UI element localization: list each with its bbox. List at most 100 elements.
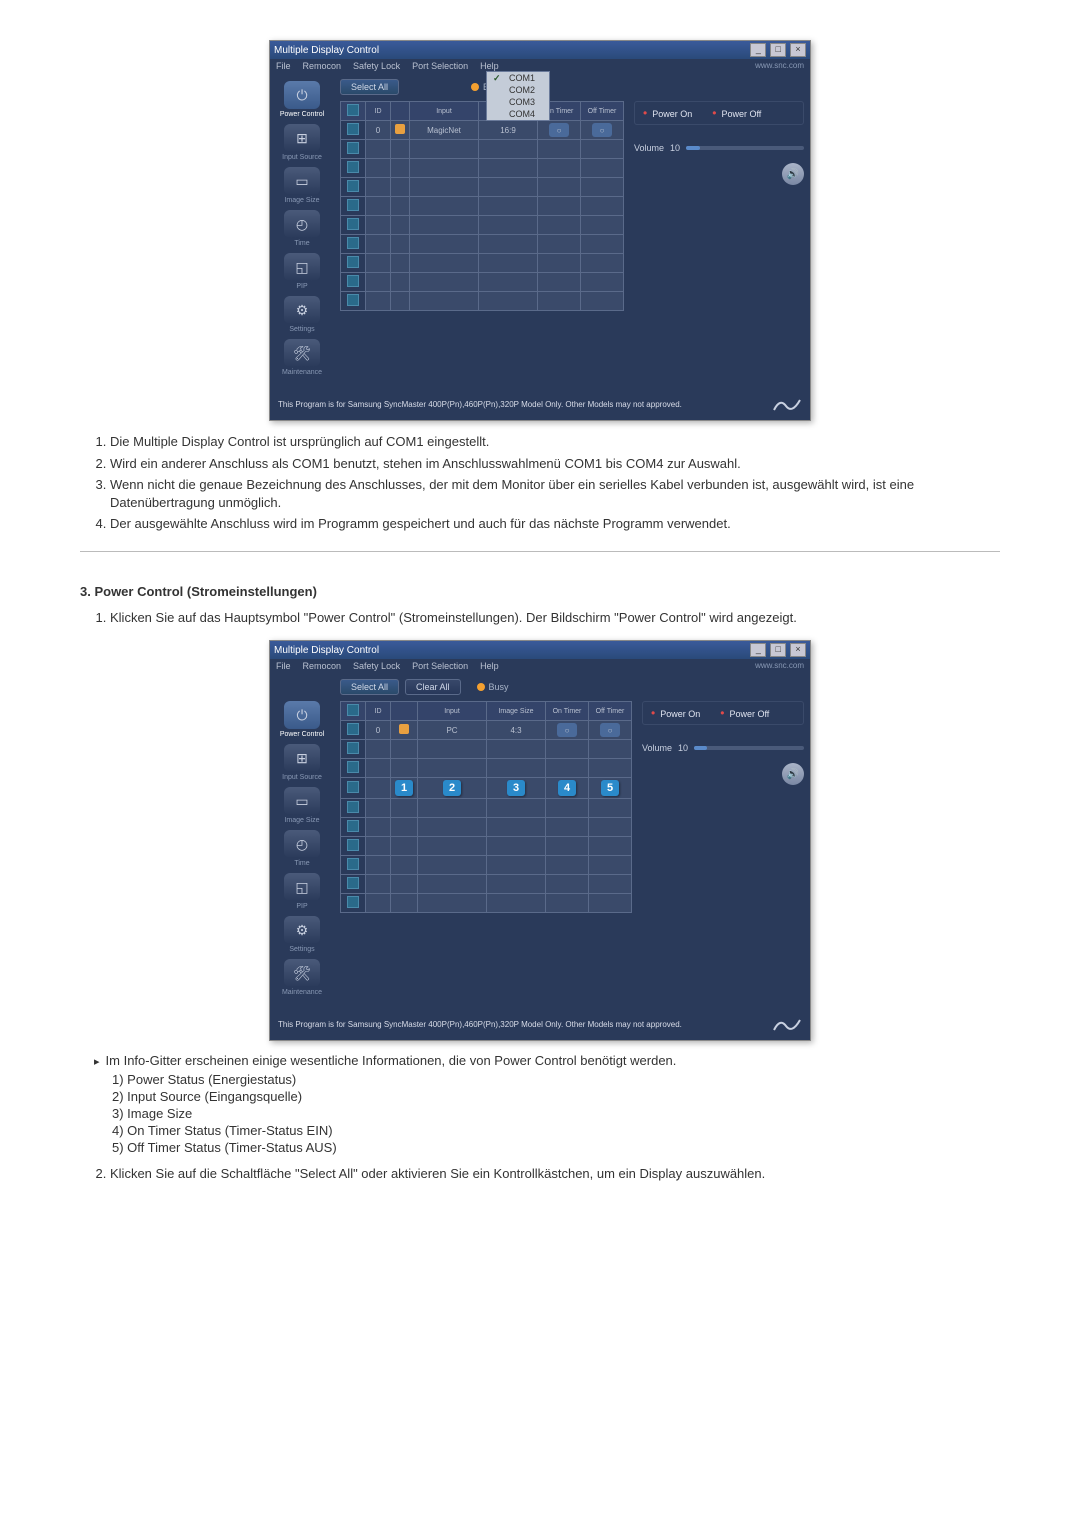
header-checkbox[interactable]	[347, 704, 359, 716]
maximize-button[interactable]: □	[770, 43, 786, 57]
power-off-button[interactable]: Power Off	[720, 706, 769, 720]
port-com4[interactable]: COM4	[487, 108, 549, 120]
volume-value: 10	[670, 143, 680, 153]
cell-id: 0	[366, 121, 391, 140]
col-image-size: Image Size	[487, 702, 546, 721]
col-off-timer: Off Timer	[581, 102, 624, 121]
sidebar-item-settings[interactable]: ⚙ Settings	[274, 296, 330, 333]
screenshot-port-selection: Multiple Display Control _ □ × File Remo…	[269, 40, 811, 421]
power-icon: ⏻	[284, 81, 320, 109]
sidebar-item-input-source[interactable]: ⊞ Input Source	[274, 744, 330, 781]
gear-icon: ⚙	[284, 916, 320, 944]
callout-5: 5	[601, 780, 619, 796]
sidebar-item-time[interactable]: ◴ Time	[274, 830, 330, 867]
sidebar-label: PIP	[274, 903, 330, 910]
col-status	[391, 102, 410, 121]
sidebar-item-time[interactable]: ◴ Time	[274, 210, 330, 247]
link-samsung[interactable]: www.snc.com	[755, 61, 804, 71]
window-buttons: _ □ ×	[749, 43, 806, 57]
menubar: File Remocon Safety Lock Port Selection …	[270, 59, 810, 73]
table-row	[341, 273, 624, 292]
disclaimer-bar: This Program is for Samsung SyncMaster 4…	[270, 1008, 810, 1040]
header-checkbox[interactable]	[347, 104, 359, 116]
table-row[interactable]: 0 MagicNet 16:9 ○ ○	[341, 121, 624, 140]
link-samsung[interactable]: www.snc.com	[755, 661, 804, 671]
busy-indicator: Busy	[477, 682, 509, 692]
cell-off-timer: ○	[600, 723, 620, 737]
power-instructions-list-2: Klicken Sie auf die Schaltfläche "Select…	[80, 1165, 1000, 1183]
minimize-button[interactable]: _	[750, 643, 766, 657]
menu-help[interactable]: Help	[480, 61, 499, 71]
sidebar-item-pip[interactable]: ◱ PIP	[274, 873, 330, 910]
power-on-button[interactable]: Power On	[651, 706, 700, 720]
legend-item: 2) Input Source (Eingangsquelle)	[112, 1089, 1000, 1104]
power-on-button[interactable]: Power On	[643, 106, 692, 120]
menu-safety-lock[interactable]: Safety Lock	[353, 661, 400, 671]
sidebar-item-power-control[interactable]: ⏻ Power Control	[274, 701, 330, 738]
busy-icon	[477, 683, 485, 691]
port-com2[interactable]: COM2	[487, 84, 549, 96]
sidebar-label: Power Control	[274, 731, 330, 738]
maximize-button[interactable]: □	[770, 643, 786, 657]
menu-file[interactable]: File	[276, 661, 291, 671]
volume-label: Volume	[642, 743, 672, 753]
minimize-button[interactable]: _	[750, 43, 766, 57]
select-all-button[interactable]: Select All	[340, 679, 399, 695]
callout-4: 4	[558, 780, 576, 796]
sidebar-item-image-size[interactable]: ▭ Image Size	[274, 787, 330, 824]
window-titlebar: Multiple Display Control _ □ ×	[270, 41, 810, 59]
speaker-icon[interactable]: 🔊	[782, 763, 804, 785]
window-title: Multiple Display Control	[274, 645, 379, 656]
cell-size: 4:3	[487, 721, 546, 740]
menu-safety-lock[interactable]: Safety Lock	[353, 61, 400, 71]
volume-slider[interactable]	[686, 146, 804, 150]
status-dot	[399, 724, 409, 734]
sidebar-label: Time	[274, 860, 330, 867]
sidebar-label: Maintenance	[274, 989, 330, 996]
table-row[interactable]: 0 PC 4:3 ○ ○	[341, 721, 632, 740]
clear-all-button[interactable]: Clear All	[405, 679, 461, 695]
busy-icon	[471, 83, 479, 91]
select-all-button[interactable]: Select All	[340, 79, 399, 95]
sidebar-label: Time	[274, 240, 330, 247]
info-grid-legend: 1) Power Status (Energiestatus) 2) Input…	[112, 1072, 1000, 1155]
sidebar-item-power-control[interactable]: ⏻ Power Control	[274, 81, 330, 118]
table-row	[341, 875, 632, 894]
list-item: Klicken Sie auf die Schaltfläche "Select…	[110, 1165, 1000, 1183]
gear-icon: ⚙	[284, 296, 320, 324]
menu-remocon[interactable]: Remocon	[303, 61, 342, 71]
disclaimer-text: This Program is for Samsung SyncMaster 4…	[278, 1020, 682, 1029]
menu-help[interactable]: Help	[480, 661, 499, 671]
menu-port-selection[interactable]: Port Selection	[412, 61, 468, 71]
table-row	[341, 197, 624, 216]
cell-id: 0	[366, 721, 391, 740]
legend-item: 1) Power Status (Energiestatus)	[112, 1072, 1000, 1087]
sidebar-item-image-size[interactable]: ▭ Image Size	[274, 167, 330, 204]
power-off-button[interactable]: Power Off	[712, 106, 761, 120]
close-button[interactable]: ×	[790, 643, 806, 657]
sidebar-label: Settings	[274, 326, 330, 333]
menu-port-selection[interactable]: Port Selection	[412, 661, 468, 671]
table-row	[341, 856, 632, 875]
sidebar-label: Power Control	[274, 111, 330, 118]
sidebar-item-settings[interactable]: ⚙ Settings	[274, 916, 330, 953]
port-com1[interactable]: COM1	[487, 72, 549, 84]
wrench-icon: 🛠	[284, 339, 320, 367]
sidebar-item-pip[interactable]: ◱ PIP	[274, 253, 330, 290]
sidebar-item-maintenance[interactable]: 🛠 Maintenance	[274, 339, 330, 376]
volume-slider[interactable]	[694, 746, 804, 750]
menu-remocon[interactable]: Remocon	[303, 661, 342, 671]
sidebar-item-input-source[interactable]: ⊞ Input Source	[274, 124, 330, 161]
sidebar-label: Maintenance	[274, 369, 330, 376]
close-button[interactable]: ×	[790, 43, 806, 57]
list-item: Klicken Sie auf das Hauptsymbol "Power C…	[110, 609, 1000, 627]
table-row	[341, 140, 624, 159]
menu-file[interactable]: File	[276, 61, 291, 71]
row-checkbox[interactable]	[347, 723, 359, 735]
row-checkbox[interactable]	[347, 123, 359, 135]
list-item: Wenn nicht die genaue Bezeichnung des An…	[110, 476, 1000, 511]
port-com3[interactable]: COM3	[487, 96, 549, 108]
sidebar-item-maintenance[interactable]: 🛠 Maintenance	[274, 959, 330, 996]
speaker-icon[interactable]: 🔊	[782, 163, 804, 185]
cell-on-timer: ○	[549, 123, 569, 137]
